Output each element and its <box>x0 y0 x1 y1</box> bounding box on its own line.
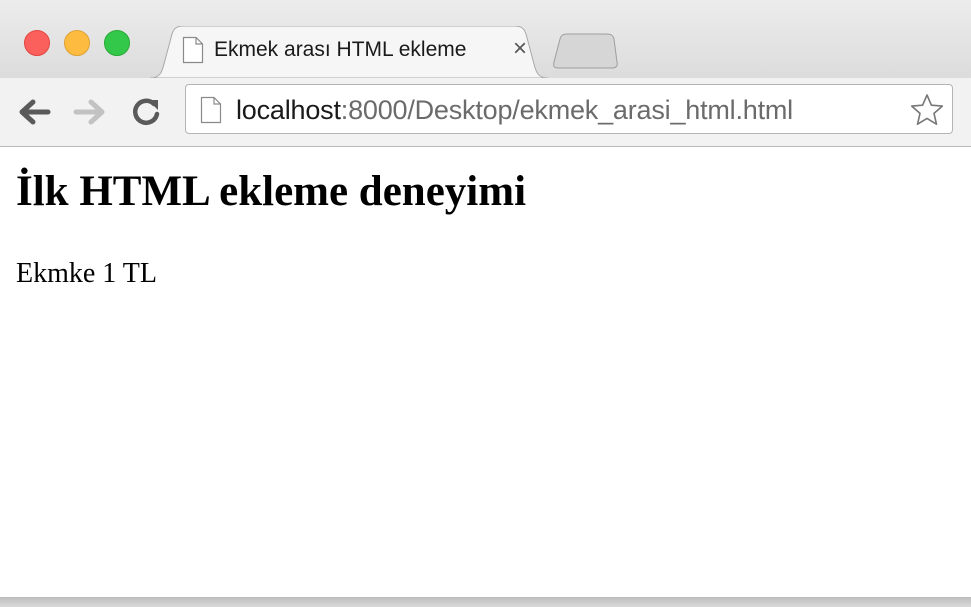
back-button[interactable] <box>16 94 52 130</box>
page-icon <box>182 36 204 69</box>
browser-window: Ekmek arası HTML ekleme × localhost:8000… <box>0 0 971 607</box>
page-icon <box>200 96 222 129</box>
url-host: localhost <box>236 95 341 125</box>
forward-button[interactable] <box>72 94 108 130</box>
toolbar: localhost:8000/Desktop/ekmek_arasi_html.… <box>0 78 971 147</box>
url-text[interactable]: localhost:8000/Desktop/ekmek_arasi_html.… <box>236 95 793 125</box>
page-heading: İlk HTML ekleme deneyimi <box>16 168 527 215</box>
page-content: İlk HTML ekleme deneyimi Ekmke 1 TL <box>0 147 971 597</box>
page-paragraph: Ekmke 1 TL <box>16 258 158 289</box>
bookmark-star-button[interactable] <box>910 93 944 132</box>
reload-button[interactable] <box>129 94 165 130</box>
arrow-right-icon <box>73 99 105 125</box>
tab-title: Ekmek arası HTML ekleme <box>214 38 467 61</box>
reload-icon <box>132 98 160 125</box>
window-close-button[interactable] <box>24 30 50 56</box>
new-tab-button[interactable] <box>550 33 620 69</box>
arrow-left-icon <box>19 99 51 125</box>
tab-active[interactable]: Ekmek arası HTML ekleme × <box>150 26 548 78</box>
window-maximize-button[interactable] <box>104 30 130 56</box>
tab-close-button[interactable]: × <box>508 35 532 63</box>
address-bar[interactable]: localhost:8000/Desktop/ekmek_arasi_html.… <box>185 84 953 134</box>
url-path: :8000/Desktop/ekmek_arasi_html.html <box>340 95 793 125</box>
window-bottom-edge <box>0 597 971 607</box>
star-icon <box>910 94 944 125</box>
tab-strip: Ekmek arası HTML ekleme × <box>0 0 971 78</box>
window-minimize-button[interactable] <box>64 30 90 56</box>
